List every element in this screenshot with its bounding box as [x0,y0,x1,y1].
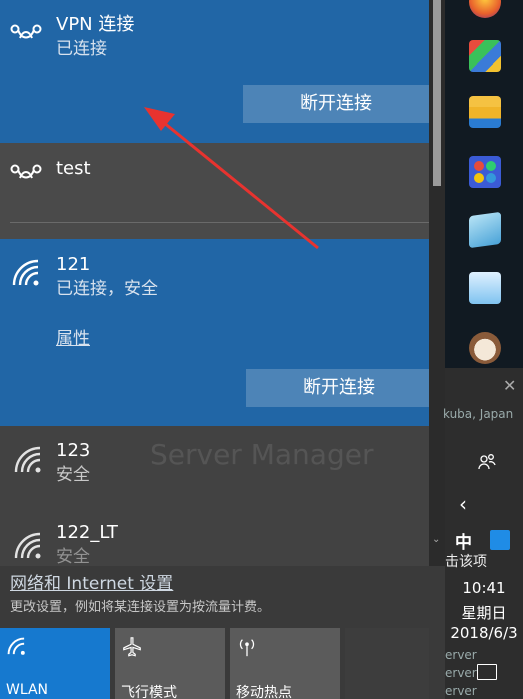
clock-weekday[interactable]: 星期日 [445,602,523,623]
notepad-icon[interactable] [469,211,501,249]
dots-icon [474,161,496,183]
wifi-icon [14,446,41,473]
divider [10,222,429,223]
vpn-icon [10,24,42,39]
scrollbar-thumb[interactable] [433,0,441,186]
wifi-icon [14,532,41,559]
tile-placeholder [345,628,429,699]
clock-date[interactable]: 2018/6/3 [445,624,523,642]
network-settings-link[interactable]: 网络和 Internet 设置 [10,569,173,594]
taskbar: ✕ kuba, Japan ‹ 中 击该项 10:41 星期日 2018/6/3… [443,0,523,699]
mobile-hotspot-tile[interactable]: 移动热点 [230,628,340,699]
people-icon-glyph [478,454,496,470]
network-status: 已连接，安全 [56,279,158,299]
network-name: 121 [56,254,91,275]
action-center-icon[interactable] [477,664,497,680]
avatar[interactable] [469,332,501,364]
chevron-down-icon[interactable]: ⌄ [432,534,440,545]
scrollbar[interactable]: ⌄ [429,0,445,566]
qq-icon[interactable] [490,530,510,550]
settings-description: 更改设置，例如将某连接设置为按流量计费。 [10,600,271,615]
network-status: 安全 [56,547,90,567]
background-window-text: kuba, Japan [443,407,514,421]
disconnect-button[interactable]: 断开连接 [246,369,432,407]
chevron-left-icon[interactable]: ‹ [459,492,467,516]
tile-label: 移动热点 [236,685,292,699]
wifi-icon [12,259,39,286]
wifi-network-item[interactable]: 123 安全 [0,426,429,502]
wifi-icon [7,637,25,655]
vpn-icon [10,164,42,179]
tile-label: 飞行模式 [121,685,177,699]
wlan-tile[interactable]: WLAN [0,628,110,699]
network-name: VPN 连接 [56,14,135,35]
network-name: 122_LT [56,522,118,543]
people-icon[interactable] [477,452,497,476]
background-window-text: erver [445,666,477,680]
airplane-icon [123,637,141,657]
app-icon-colorful[interactable] [469,40,501,72]
ime-indicator[interactable]: 中 [455,528,472,553]
wifi-network-item[interactable]: 122_LT 安全 [0,510,429,570]
network-status: 已连接 [56,39,107,59]
clock-time[interactable]: 10:41 [445,579,523,597]
network-name: test [56,158,91,179]
disconnect-button[interactable]: 断开连接 [243,85,429,123]
background-window-text: 击该项 [445,554,487,570]
control-panel-icon[interactable] [469,272,501,304]
app-icon-dots[interactable] [469,156,501,188]
airplane-mode-tile[interactable]: 飞行模式 [115,628,225,699]
folder-icon[interactable] [469,96,501,128]
properties-link[interactable]: 属性 [56,324,90,349]
wifi-network-item[interactable]: 121 已连接，安全 属性 断开连接 [0,239,432,426]
network-status: 安全 [56,465,90,485]
hotspot-icon [239,639,255,657]
background-window-text: erver [445,648,477,662]
network-flyout: VPN 连接 已连接 断开连接 test 121 已连接，安全 属性 断开连接 … [0,0,445,699]
network-list-inactive: Server Manager 123 安全 122_LT 安全 [0,426,429,567]
close-icon[interactable]: ✕ [503,376,516,395]
network-name: 123 [56,440,91,461]
firefox-icon[interactable] [469,0,501,18]
background-window-text: erver [445,684,477,698]
vpn-connection-item[interactable]: VPN 连接 已连接 断开连接 [0,0,429,143]
vpn-test-item[interactable]: test [0,143,429,239]
tile-label: WLAN [6,682,49,698]
